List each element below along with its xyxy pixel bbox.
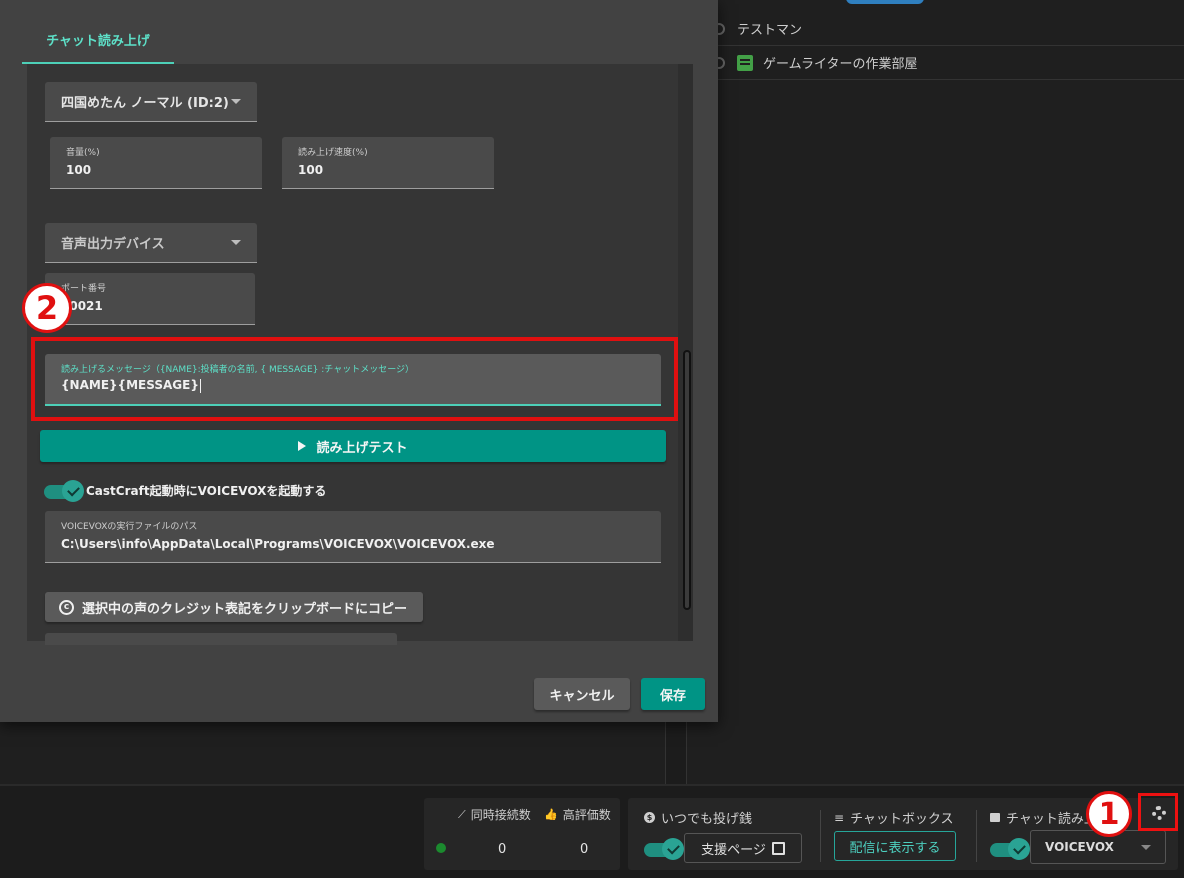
caret-down-icon — [231, 240, 241, 245]
save-button[interactable]: 保存 — [641, 678, 705, 710]
caret-down-icon — [231, 99, 241, 104]
lines-icon: ≡ — [834, 810, 845, 825]
reading-test-button[interactable]: 読み上げテスト — [40, 430, 666, 462]
settings-button[interactable] — [1138, 793, 1178, 831]
show-on-stream-button[interactable]: 配信に表示する — [834, 831, 956, 861]
viewers-header: ⟋ 同時接続数 — [458, 807, 531, 823]
status-badge — [846, 0, 924, 4]
support-page-button[interactable]: 支援ページ — [684, 833, 802, 863]
channel-row[interactable]: ゲームライターの作業部屋 — [687, 46, 1184, 80]
comment-icon — [990, 813, 1000, 822]
copy-credit-button[interactable]: c 選択中の声のクレジット表記をクリップボードにコピー — [45, 592, 423, 622]
likes-count: 0 — [580, 842, 589, 857]
tip-toggle[interactable] — [644, 838, 684, 860]
divider — [0, 784, 1184, 786]
check-icon — [62, 480, 84, 502]
annotation-marker-1: 1 — [1086, 791, 1132, 837]
output-device-select[interactable]: 音声出力デバイス — [45, 223, 257, 263]
chat-reading-toggle[interactable] — [990, 838, 1030, 860]
auto-launch-toggle[interactable] — [44, 480, 84, 502]
tab-chat-reading[interactable]: チャット読み上げ — [22, 30, 174, 64]
document-icon — [737, 54, 753, 71]
check-icon — [662, 838, 684, 860]
tip-header: $ いつでも投げ銭 — [644, 808, 752, 827]
channel-label: テストマン — [737, 23, 803, 38]
caret-down-icon — [1141, 845, 1151, 850]
likes-header: 👍 高評価数 — [544, 808, 611, 822]
chat-reading-settings-dialog: チャット読み上げ 四国めたん ノーマル (ID:2) 音量(%) 100 読み上… — [0, 0, 718, 722]
open-external-icon — [771, 841, 785, 855]
stats-box: ⟋ 同時接続数 👍 高評価数 0 0 — [424, 798, 620, 870]
next-field[interactable] — [45, 633, 397, 645]
port-field[interactable]: ポート番号 50021 — [45, 273, 255, 325]
viewers-count: 0 — [498, 842, 507, 857]
speed-field[interactable]: 読み上げ速度(%) 100 — [282, 137, 494, 189]
highlight-box — [31, 337, 678, 421]
volume-field[interactable]: 音量(%) 100 — [50, 137, 262, 189]
separator — [820, 810, 821, 862]
chatbox-header: ≡ チャットボックス — [834, 810, 954, 828]
channel-list-panel: テストマン ゲームライターの作業部屋 — [686, 0, 1184, 784]
channel-row[interactable]: テストマン — [687, 12, 1184, 46]
auto-launch-label: CastCraft起動時にVOICEVOXを起動する — [86, 483, 327, 498]
annotation-marker-2: 2 — [22, 283, 72, 333]
exe-path-field[interactable]: VOICEVOXの実行ファイルのパス C:\Users\info\AppData… — [45, 511, 661, 563]
play-icon — [298, 441, 307, 451]
voice-select[interactable]: 四国めたん ノーマル (ID:2) — [45, 82, 257, 122]
scrollbar-thumb[interactable] — [683, 350, 691, 610]
chat-reading-engine-select[interactable]: VOICEVOX — [1030, 830, 1166, 864]
trend-icon: ⟋ — [458, 807, 466, 821]
thumbs-up-icon: 👍 — [544, 808, 558, 821]
cancel-button[interactable]: キャンセル — [534, 678, 630, 710]
live-status-icon — [436, 843, 446, 853]
check-icon — [1008, 838, 1030, 860]
separator — [976, 810, 977, 862]
auto-launch-row: CastCraft起動時にVOICEVOXを起動する — [44, 479, 327, 502]
gear-icon — [1152, 806, 1166, 820]
dollar-icon: $ — [644, 812, 655, 823]
left-panel — [0, 722, 666, 784]
copyright-icon: c — [59, 599, 74, 615]
channel-label: ゲームライターの作業部屋 — [763, 57, 918, 72]
